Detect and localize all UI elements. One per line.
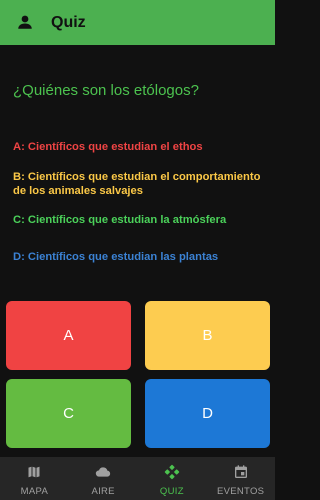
app-title: Quiz	[51, 14, 86, 31]
cloud-icon	[95, 467, 111, 477]
answer-c-button[interactable]: C	[6, 379, 131, 448]
calendar-icon	[234, 465, 247, 478]
question-text: ¿Quiénes son los etólogos?	[13, 82, 199, 99]
map-icon	[27, 465, 41, 479]
person-icon[interactable]	[16, 13, 34, 31]
gamepad-icon	[164, 464, 180, 480]
nav-item-quiz[interactable]: QUIZ	[138, 457, 207, 500]
nav-label-eventos: EVENTOS	[216, 486, 265, 497]
option-c-text: C: Científicos que estudian la atmósfera	[13, 214, 227, 226]
nav-item-aire[interactable]: AIRE	[69, 457, 138, 500]
nav-item-eventos[interactable]: EVENTOS	[206, 457, 275, 500]
answer-a-button[interactable]: A	[6, 301, 131, 370]
option-d-text: D: Científicos que estudian las plantas	[13, 251, 219, 263]
answer-b-button[interactable]: B	[145, 301, 270, 370]
app-bar: Quiz	[0, 0, 275, 45]
nav-label-quiz: QUIZ	[159, 486, 184, 497]
option-b-text: B: Científicos que estudian el comportam…	[13, 171, 261, 197]
bottom-nav: MAPA AIRE QUIZ EVENTOS	[0, 457, 275, 500]
option-a-text: A: Científicos que estudian el ethos	[13, 141, 203, 153]
nav-label-aire: AIRE	[91, 486, 115, 497]
nav-item-mapa[interactable]: MAPA	[0, 457, 69, 500]
answer-d-button[interactable]: D	[145, 379, 270, 448]
nav-label-mapa: MAPA	[20, 486, 49, 497]
